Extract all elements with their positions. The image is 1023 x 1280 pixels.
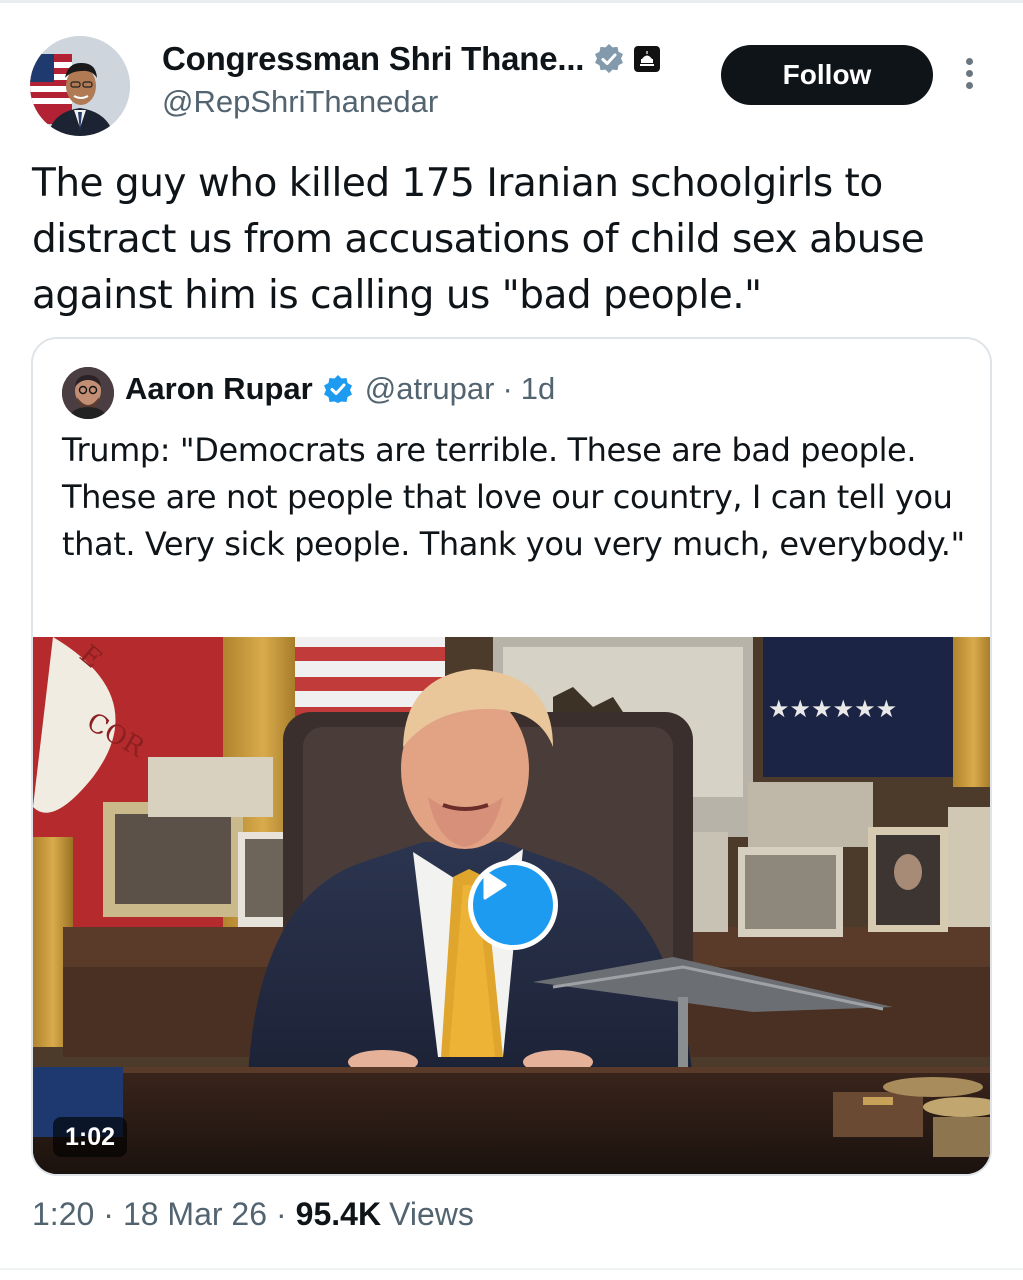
tweet-meta: 1:20 · 18 Mar 26 · 95.4K Views [32,1196,474,1233]
video-player[interactable]: E COR ★★★★★★ 1:02 [33,637,990,1174]
capitol-icon[interactable] [634,46,661,72]
more-vertical-icon[interactable] [962,58,976,94]
quoted-timestamp[interactable]: 1d [521,371,555,407]
meta-dot: · [103,1196,114,1232]
top-divider [0,0,1023,3]
tweet-time[interactable]: 1:20 [32,1196,94,1233]
meta-dot-2: · [276,1196,287,1232]
quoted-tweet-card[interactable]: Aaron Rupar @atrupar · 1d Trump: "Democr… [31,337,992,1176]
quoted-tweet-text: Trump: "Democrats are terrible. These ar… [62,431,965,563]
author-avatar[interactable] [30,36,130,136]
svg-text:★★★★★★: ★★★★★★ [768,695,897,723]
separator-dot: · [502,371,513,406]
play-icon[interactable] [468,860,558,950]
views-label: Views [389,1196,474,1232]
gov-verified-icon[interactable] [594,44,624,74]
tweet-text: The guy who killed 175 Iranian schoolgir… [32,161,925,318]
quoted-author-avatar[interactable] [62,367,114,419]
tweet-date[interactable]: 18 Mar 26 [123,1196,267,1233]
views-count[interactable]: 95.4K [296,1196,381,1233]
author-name-line: Congressman Shri Thane... [162,40,661,78]
author-display-name[interactable]: Congressman Shri Thane... [162,40,584,78]
quoted-handle[interactable]: @atrupar [365,371,495,407]
bottom-divider [0,1268,1023,1270]
follow-button[interactable]: Follow [721,45,933,105]
quoted-author-line: Aaron Rupar @atrupar · 1d [125,371,555,407]
quoted-display-name[interactable]: Aaron Rupar [125,371,313,407]
video-duration-badge: 1:02 [53,1117,128,1157]
author-handle[interactable]: @RepShriThanedar [162,84,438,120]
verified-icon[interactable] [323,374,353,404]
